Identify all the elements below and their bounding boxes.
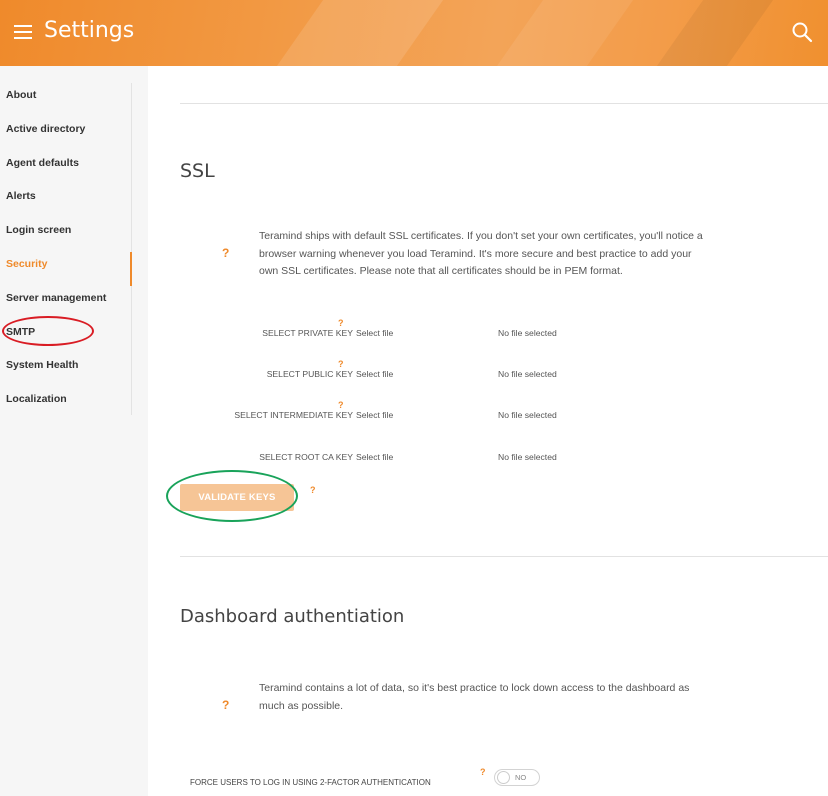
sidebar-item-active-directory[interactable]: Active directory — [0, 117, 131, 151]
header-decoration — [276, 0, 444, 66]
public-key-file-status: No file selected — [498, 369, 557, 379]
ssl-section-title: SSL — [180, 160, 215, 182]
search-icon[interactable] — [790, 20, 814, 44]
help-icon[interactable]: ? — [338, 318, 344, 328]
private-key-file-status: No file selected — [498, 328, 557, 338]
sidebar-item-login-screen[interactable]: Login screen — [0, 218, 131, 252]
private-key-row: SELECT PRIVATE KEY ? Select file No file… — [148, 318, 828, 346]
root-ca-key-file-status: No file selected — [498, 452, 557, 462]
public-key-row: SELECT PUBLIC KEY ? Select file No file … — [148, 359, 828, 387]
header-decoration — [656, 0, 774, 66]
public-key-select-file[interactable]: Select file — [356, 369, 393, 379]
dashboard-auth-info-text: Teramind contains a lot of data, so it's… — [259, 680, 819, 715]
sidebar-item-server-management[interactable]: Server management — [0, 286, 131, 320]
help-icon[interactable]: ? — [222, 698, 229, 712]
root-ca-key-label: SELECT ROOT CA KEY — [259, 452, 353, 462]
highlight-annotation — [166, 470, 298, 522]
sidebar-item-alerts[interactable]: Alerts — [0, 184, 131, 218]
ssl-info-line: own SSL certificates. Please note that a… — [259, 265, 623, 277]
hamburger-icon[interactable] — [14, 25, 32, 39]
intermediate-key-file-status: No file selected — [498, 410, 557, 420]
sidebar-item-agent-defaults[interactable]: Agent defaults — [0, 151, 131, 185]
dashboard-auth-info-line: Teramind contains a lot of data, so it's… — [259, 682, 690, 694]
highlight-annotation — [2, 316, 94, 346]
page-title: Settings — [44, 18, 135, 43]
root-ca-key-row: SELECT ROOT CA KEY Select file No file s… — [148, 450, 828, 470]
toggle-knob — [497, 771, 510, 784]
root-ca-key-select-file[interactable]: Select file — [356, 452, 393, 462]
ssl-info-text: Teramind ships with default SSL certific… — [259, 228, 819, 281]
intermediate-key-row: SELECT INTERMEDIATE KEY ? Select file No… — [148, 400, 828, 428]
ssl-info-line: browser warning whenever you load Terami… — [259, 247, 692, 260]
public-key-label: SELECT PUBLIC KEY — [266, 369, 353, 379]
dashboard-auth-info-line: much as possible. — [259, 699, 344, 712]
intermediate-key-select-file[interactable]: Select file — [356, 410, 393, 420]
help-icon[interactable]: ? — [338, 400, 344, 410]
main-content: SSL ? Teramind ships with default SSL ce… — [148, 66, 828, 796]
help-icon[interactable]: ? — [222, 246, 229, 260]
sidebar-nav: About Active directory Agent defaults Al… — [0, 83, 132, 415]
toggle-state-label: NO — [515, 773, 527, 782]
help-icon[interactable]: ? — [310, 485, 316, 495]
app-header: Settings — [0, 0, 828, 66]
intermediate-key-label: SELECT INTERMEDIATE KEY — [234, 410, 353, 420]
sidebar-item-system-health[interactable]: System Health — [0, 353, 131, 387]
private-key-label: SELECT PRIVATE KEY — [262, 328, 353, 338]
force-2fa-toggle[interactable]: NO — [494, 769, 540, 786]
sidebar-item-localization[interactable]: Localization — [0, 387, 131, 421]
section-divider — [180, 103, 828, 104]
help-icon[interactable]: ? — [480, 767, 486, 777]
sidebar-item-security[interactable]: Security — [0, 251, 132, 286]
header-decoration — [496, 0, 634, 66]
sidebar: About Active directory Agent defaults Al… — [0, 66, 148, 796]
section-divider — [180, 556, 828, 557]
private-key-select-file[interactable]: Select file — [356, 328, 393, 338]
force-2fa-label: FORCE USERS TO LOG IN USING 2-FACTOR AUT… — [190, 778, 431, 787]
help-icon[interactable]: ? — [338, 359, 344, 369]
dashboard-auth-section-title: Dashboard authentiation — [180, 606, 405, 627]
sidebar-item-about[interactable]: About — [0, 83, 131, 117]
ssl-info-line: Teramind ships with default SSL certific… — [259, 230, 703, 242]
